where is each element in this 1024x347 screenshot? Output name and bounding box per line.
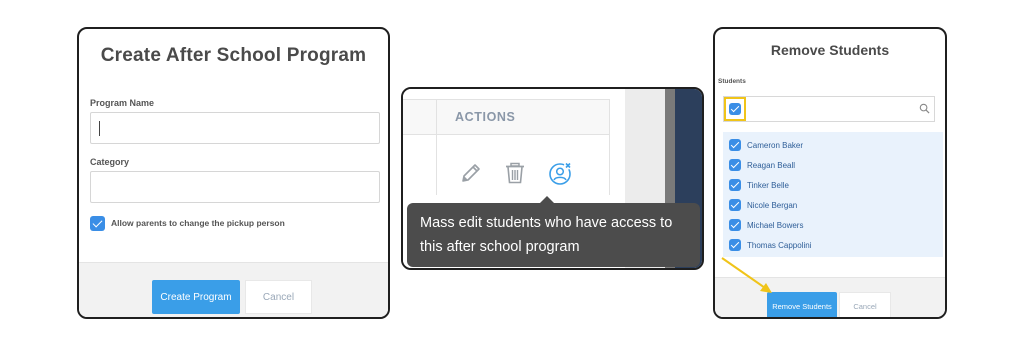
student-name: Thomas Cappolini	[747, 240, 812, 250]
list-item[interactable]: Nicole Bergan	[729, 198, 797, 212]
student-name: Cameron Baker	[747, 140, 804, 150]
list-item[interactable]: Tinker Belle	[729, 178, 789, 192]
actions-tooltip-panel: ACTIONS Mass edit students who have acce…	[401, 87, 704, 270]
student-checkbox[interactable]	[729, 239, 741, 251]
student-checkbox[interactable]	[729, 159, 741, 171]
cancel-button[interactable]: Cancel	[839, 292, 891, 317]
list-item[interactable]: Thomas Cappolini	[729, 238, 811, 252]
category-label: Category	[90, 157, 130, 167]
column-divider	[436, 135, 437, 195]
student-list: Cameron Baker Reagan Beall Tinker Belle …	[723, 132, 943, 257]
select-all-highlight	[724, 97, 746, 121]
student-search-input[interactable]	[723, 96, 935, 122]
allow-parents-row: Allow parents to change the pickup perso…	[90, 214, 285, 232]
allow-parents-label: Allow parents to change the pickup perso…	[111, 218, 285, 228]
tooltip-line-2: this after school program	[420, 239, 580, 255]
table-header: ACTIONS	[403, 99, 609, 135]
allow-parents-checkbox[interactable]	[90, 215, 105, 231]
actions-column-header: ACTIONS	[436, 100, 609, 134]
student-name: Reagan Beall	[747, 160, 796, 170]
list-item[interactable]: Cameron Baker	[729, 138, 803, 152]
student-name: Tinker Belle	[747, 180, 789, 190]
pencil-icon[interactable]	[459, 161, 483, 185]
select-all-checkbox[interactable]	[729, 103, 741, 115]
category-input[interactable]	[90, 171, 380, 203]
student-checkbox[interactable]	[729, 199, 741, 211]
remove-students-button[interactable]: Remove Students	[767, 292, 837, 317]
program-name-label: Program Name	[90, 98, 155, 108]
search-icon	[919, 103, 930, 114]
user-remove-icon[interactable]	[548, 160, 574, 186]
dialog-footer: Remove Students Cancel	[715, 277, 945, 317]
tooltip-line-1: Mass edit students who have access to	[420, 215, 673, 231]
column-divider	[609, 99, 610, 195]
text-caret	[99, 121, 100, 136]
student-checkbox[interactable]	[729, 179, 741, 191]
list-item[interactable]: Reagan Beall	[729, 158, 795, 172]
dialog-title: Remove Students	[770, 42, 890, 58]
student-name: Michael Bowers	[747, 220, 804, 230]
create-program-button[interactable]: Create Program	[152, 280, 240, 314]
list-item[interactable]: Michael Bowers	[729, 218, 803, 232]
student-checkbox[interactable]	[729, 139, 741, 151]
students-label: Students	[718, 78, 746, 85]
student-name: Nicole Bergan	[747, 200, 798, 210]
remove-students-dialog: Remove Students Students Cameron Baker R…	[713, 27, 947, 319]
dialog-footer: Create Program Cancel	[79, 262, 388, 317]
tooltip: Mass edit students who have access to th…	[407, 203, 700, 267]
trash-icon[interactable]	[503, 161, 527, 185]
program-name-input[interactable]	[90, 112, 380, 144]
dialog-title: Create After School Program	[100, 45, 367, 66]
create-program-dialog: Create After School Program Program Name…	[77, 27, 390, 319]
student-checkbox[interactable]	[729, 219, 741, 231]
cancel-button[interactable]: Cancel	[245, 280, 312, 314]
